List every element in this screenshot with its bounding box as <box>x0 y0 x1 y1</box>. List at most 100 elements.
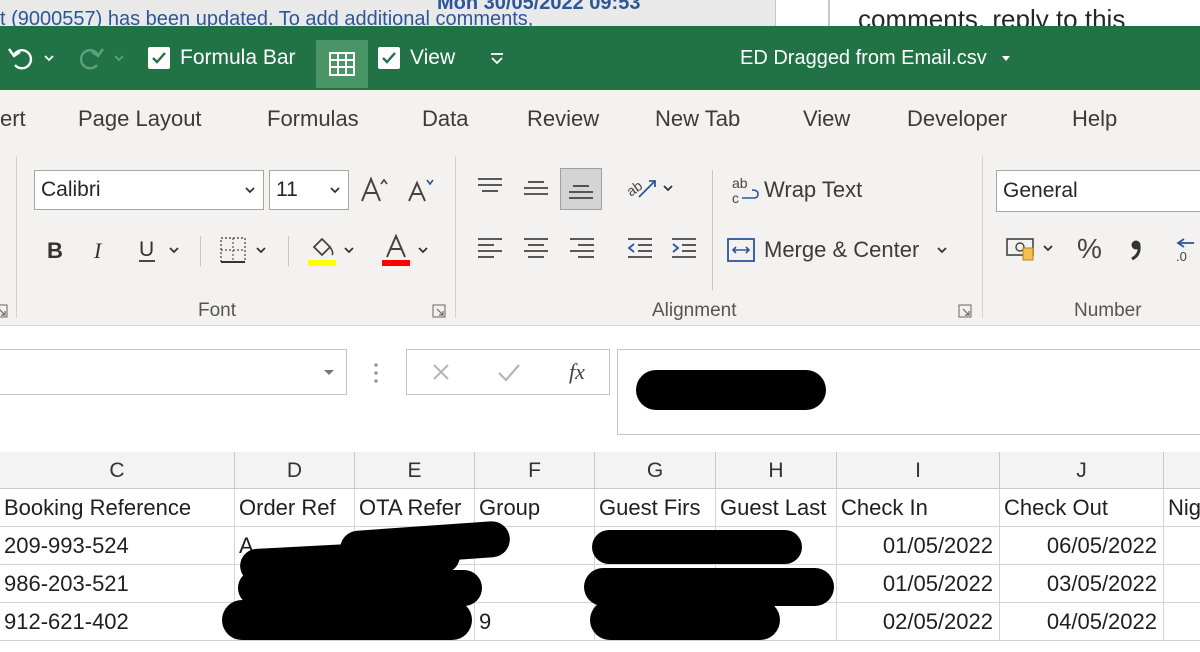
column-header-c[interactable]: C <box>0 452 235 489</box>
redo-button[interactable] <box>76 26 126 90</box>
middle-align-button[interactable] <box>518 170 554 206</box>
cell-booking-reference[interactable]: 209-993-524 <box>0 527 235 565</box>
file-title[interactable]: ED Dragged from Email.csv <box>740 26 1013 90</box>
cell-nights[interactable] <box>1164 603 1200 641</box>
header-cell-guest-last[interactable]: Guest Last <box>716 489 837 527</box>
tab-developer[interactable]: Developer <box>907 106 1007 132</box>
increase-indent-button[interactable] <box>666 230 702 266</box>
column-header-g[interactable]: G <box>595 452 716 489</box>
dialog-launcher-icon[interactable] <box>432 304 446 318</box>
wrap-text-button[interactable]: ab c Wrap Text <box>730 170 862 210</box>
chevron-down-icon <box>344 247 354 254</box>
cell-group[interactable]: 9 <box>475 603 595 641</box>
font-name-value: Calibri <box>41 178 101 201</box>
formula-bar-toggle[interactable]: Formula Bar <box>148 26 296 90</box>
cell-check-in[interactable]: 01/05/2022 <box>837 565 1000 603</box>
tab-view[interactable]: View <box>803 106 850 132</box>
more-options-icon <box>374 363 378 383</box>
column-header-d[interactable]: D <box>235 452 355 489</box>
cell-nights[interactable] <box>1164 565 1200 603</box>
dialog-launcher-icon[interactable] <box>958 304 972 318</box>
formula-input[interactable] <box>617 349 1200 435</box>
cell-check-out[interactable]: 03/05/2022 <box>1000 565 1164 603</box>
column-header-h[interactable]: H <box>716 452 837 489</box>
cell-booking-reference[interactable]: 986-203-521 <box>0 565 235 603</box>
chevron-down-icon <box>256 247 266 254</box>
font-color-button[interactable] <box>374 230 436 270</box>
underline-button[interactable]: U <box>128 232 188 268</box>
insert-function-button[interactable]: fx <box>559 356 595 388</box>
top-align-button[interactable] <box>472 170 508 206</box>
header-cell-nights[interactable]: Nig <box>1164 489 1200 527</box>
comma-style-button[interactable] <box>1118 230 1154 266</box>
cell-booking-reference[interactable]: 912-621-402 <box>0 603 235 641</box>
percent-style-button[interactable]: % <box>1070 230 1110 266</box>
view-toggle[interactable]: View <box>378 26 455 90</box>
view-label: View <box>410 46 456 69</box>
redo-icon <box>79 48 104 70</box>
svg-text:%: % <box>1077 233 1102 263</box>
bold-button[interactable]: B <box>40 232 70 268</box>
dialog-launcher-icon[interactable] <box>0 304 8 318</box>
column-header-j[interactable]: J <box>1000 452 1164 489</box>
customize-toolbar-icon <box>491 53 503 65</box>
increase-decimal-button[interactable]: .0 <box>1172 230 1200 266</box>
column-header-i[interactable]: I <box>837 452 1000 489</box>
confirm-entry-button[interactable] <box>493 356 525 388</box>
cell-group[interactable] <box>475 565 595 603</box>
svg-text:c: c <box>732 190 739 206</box>
name-box[interactable] <box>0 349 347 395</box>
tab-insert[interactable]: ert <box>0 106 26 132</box>
decrease-font-icon <box>408 179 434 202</box>
tab-formulas[interactable]: Formulas <box>267 106 359 132</box>
cell-check-out[interactable]: 06/05/2022 <box>1000 527 1164 565</box>
header-cell-ota-reference[interactable]: OTA Refer <box>355 489 475 527</box>
merge-center-button[interactable]: Merge & Center <box>726 230 949 270</box>
tab-data[interactable]: Data <box>422 106 468 132</box>
merge-center-icon <box>727 238 755 262</box>
column-header-f[interactable]: F <box>475 452 595 489</box>
decrease-indent-button[interactable] <box>622 230 658 266</box>
ribbon: Calibri 11 B I U Font ab ab c Wrap Text … <box>0 148 1200 326</box>
orientation-button[interactable]: ab <box>620 170 680 206</box>
customize-toolbar-button[interactable] <box>488 26 506 90</box>
cancel-entry-button[interactable] <box>425 356 457 388</box>
cell-check-out[interactable]: 04/05/2022 <box>1000 603 1164 641</box>
group-label-alignment: Alignment <box>652 300 737 321</box>
header-cell-check-in[interactable]: Check In <box>837 489 1000 527</box>
column-header-k[interactable] <box>1164 452 1200 489</box>
accounting-format-button[interactable] <box>1000 230 1060 266</box>
cell-nights[interactable] <box>1164 527 1200 565</box>
chevron-down-icon <box>330 187 340 194</box>
tab-review[interactable]: Review <box>527 106 599 132</box>
underline-icon: U <box>139 238 155 262</box>
header-cell-booking-reference[interactable]: Booking Reference <box>0 489 235 527</box>
italic-button[interactable]: I <box>84 232 114 268</box>
font-name-dropdown[interactable]: Calibri <box>34 170 264 210</box>
undo-button[interactable] <box>6 26 56 90</box>
align-right-button[interactable] <box>564 230 600 266</box>
align-left-button[interactable] <box>472 230 508 266</box>
tab-page-layout[interactable]: Page Layout <box>78 106 202 132</box>
fill-color-button[interactable] <box>300 230 362 270</box>
header-cell-guest-first[interactable]: Guest Firs <box>595 489 716 527</box>
grid-view-button[interactable] <box>316 40 368 88</box>
tab-new-tab[interactable]: New Tab <box>655 106 740 132</box>
header-cell-order-ref[interactable]: Order Ref <box>235 489 355 527</box>
font-size-dropdown[interactable]: 11 <box>269 170 349 210</box>
number-format-dropdown[interactable]: General <box>996 170 1200 212</box>
column-header-e[interactable]: E <box>355 452 475 489</box>
decrease-font-size-button[interactable] <box>404 170 438 210</box>
table-grid-icon <box>329 52 355 76</box>
cell-check-in[interactable]: 01/05/2022 <box>837 527 1000 565</box>
align-center-button[interactable] <box>518 230 554 266</box>
cell-check-in[interactable]: 02/05/2022 <box>837 603 1000 641</box>
header-cell-check-out[interactable]: Check Out <box>1000 489 1164 527</box>
ribbon-separator <box>200 236 201 266</box>
borders-button[interactable] <box>212 232 274 268</box>
tab-help[interactable]: Help <box>1072 106 1117 132</box>
align-center-icon <box>524 238 548 258</box>
top-align-icon <box>478 178 502 192</box>
increase-font-size-button[interactable] <box>358 170 392 210</box>
bottom-align-button[interactable] <box>560 168 602 210</box>
